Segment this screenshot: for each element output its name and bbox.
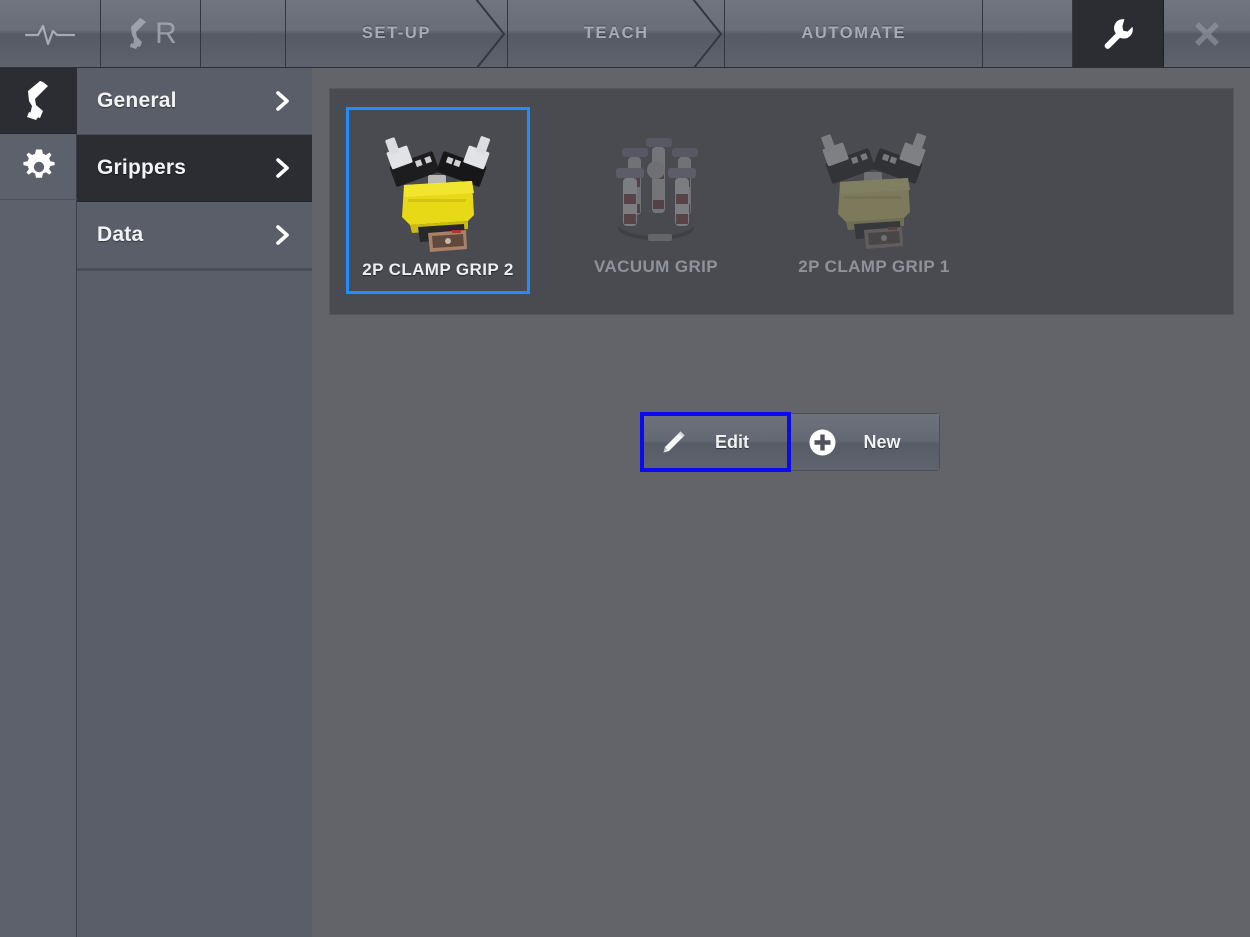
gripper-card-label: 2P CLAMP GRIP 2 bbox=[362, 260, 514, 279]
sidebar-item-data-label: Data bbox=[97, 223, 144, 246]
gear-icon bbox=[22, 149, 55, 178]
vacuum-gripper-image bbox=[564, 107, 748, 257]
robot-program-letter: R bbox=[155, 16, 177, 50]
topbar-spacer-1 bbox=[201, 0, 286, 67]
tab-settings[interactable] bbox=[1072, 0, 1164, 67]
gripper-card-label: VACUUM GRIP bbox=[593, 257, 719, 276]
chevron-separator-1 bbox=[474, 0, 508, 68]
sidebar-item-data[interactable]: Data bbox=[77, 202, 312, 269]
main-content: 2P CLAMP GRIP 2 VACUUM GRIP 2P CLAMP GRI… bbox=[312, 68, 1250, 937]
topbar-spacer-2 bbox=[982, 0, 1073, 67]
close-icon bbox=[1195, 21, 1219, 46]
wrench-icon bbox=[1104, 18, 1133, 49]
gripper-card-label: 2P CLAMP GRIP 1 bbox=[798, 257, 950, 276]
gripper-card-row: 2P CLAMP GRIP 2 VACUUM GRIP 2P CLAMP GRI… bbox=[330, 89, 1233, 314]
tab-teach-label: TEACH bbox=[583, 24, 649, 42]
rail-item-settings[interactable] bbox=[0, 134, 77, 200]
tab-automate-label: AUTOMATE bbox=[801, 24, 907, 42]
left-icon-rail bbox=[0, 68, 77, 937]
pulse-icon bbox=[24, 24, 76, 45]
top-navigation-bar: R SET-UP TEACH AUTOMATE bbox=[0, 0, 1250, 68]
robot-arm-icon bbox=[26, 80, 48, 120]
gripper-list-panel: 2P CLAMP GRIP 2 VACUUM GRIP 2P CLAMP GRI… bbox=[329, 88, 1234, 315]
tab-set-up-label: SET-UP bbox=[361, 24, 432, 42]
edit-button-label: Edit bbox=[715, 431, 749, 452]
rail-item-robot[interactable] bbox=[0, 68, 77, 134]
new-button-label: New bbox=[863, 431, 901, 452]
app-root: R SET-UP TEACH AUTOMATE General Grippers… bbox=[0, 0, 1250, 937]
sidebar-item-general[interactable]: General bbox=[77, 68, 312, 135]
close-button[interactable] bbox=[1163, 0, 1250, 67]
gripper-card-2p-clamp-grip-2[interactable]: 2P CLAMP GRIP 2 bbox=[346, 107, 530, 294]
edit-button[interactable]: Edit bbox=[640, 412, 791, 472]
sidebar-menu: General Grippers Data bbox=[77, 68, 312, 937]
tab-automate[interactable]: AUTOMATE bbox=[725, 0, 983, 67]
robot-arm-r-icon: R bbox=[124, 15, 177, 53]
clamp-gripper-image bbox=[782, 107, 966, 257]
gripper-card-2p-clamp-grip-1[interactable]: 2P CLAMP GRIP 1 bbox=[782, 107, 966, 294]
status-pulse-button[interactable] bbox=[0, 0, 101, 67]
new-button[interactable]: New bbox=[790, 414, 939, 470]
sidebar-item-general-label: General bbox=[97, 89, 177, 112]
tab-set-up[interactable]: SET-UP bbox=[286, 0, 508, 68]
clamp-gripper-image bbox=[349, 110, 527, 260]
gripper-card-vacuum-grip[interactable]: VACUUM GRIP bbox=[564, 107, 748, 294]
chevron-right-icon bbox=[276, 91, 290, 111]
chevron-separator-2 bbox=[691, 0, 725, 68]
sidebar-empty-area bbox=[77, 269, 312, 936]
chevron-right-icon bbox=[276, 158, 290, 178]
robot-program-button[interactable]: R bbox=[101, 0, 201, 67]
gripper-action-bar: Edit New bbox=[640, 412, 940, 472]
sidebar-item-grippers-label: Grippers bbox=[97, 156, 187, 179]
tab-teach[interactable]: TEACH bbox=[507, 0, 726, 68]
sidebar-item-grippers[interactable]: Grippers bbox=[77, 135, 312, 202]
chevron-right-icon bbox=[276, 225, 290, 245]
plus-circle-icon bbox=[809, 429, 836, 455]
pencil-icon bbox=[663, 431, 685, 452]
